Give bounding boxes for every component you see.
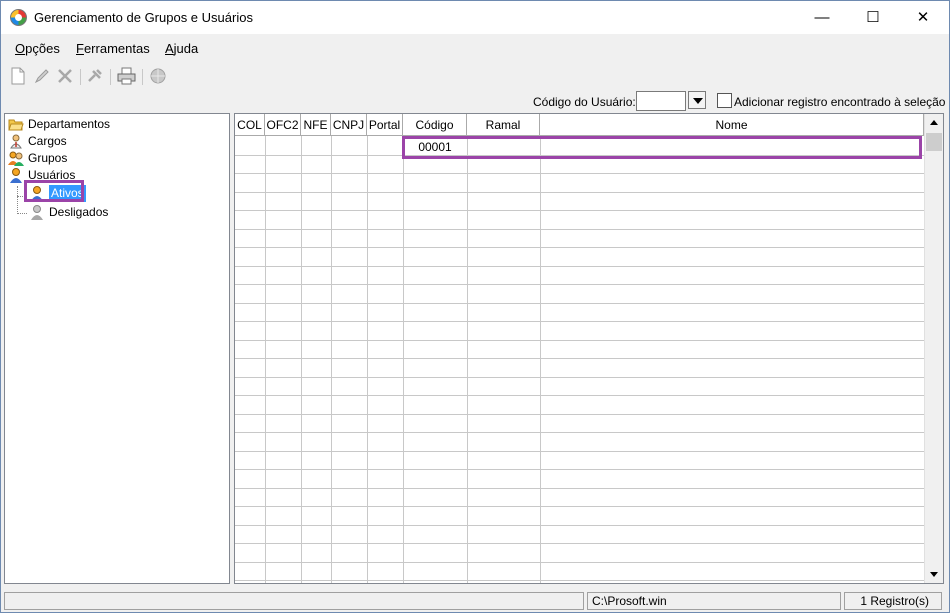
- tree-connector: [17, 213, 27, 214]
- user-code-input[interactable]: [636, 91, 686, 111]
- group-icon: [8, 151, 24, 166]
- app-window: Gerenciamento de Grupos e Usuários — ☐ ✕…: [0, 0, 950, 613]
- grid-row-line: [235, 210, 924, 211]
- cell-nfe[interactable]: [301, 138, 331, 156]
- status-record-count: 1 Registro(s): [844, 592, 942, 610]
- user-inactive-icon: [31, 205, 43, 220]
- grid-row-line: [235, 358, 924, 359]
- grid-row-line: [235, 580, 924, 581]
- user-code-dropdown-button[interactable]: [688, 91, 706, 109]
- close-button[interactable]: ✕: [899, 1, 947, 34]
- scroll-thumb[interactable]: [926, 133, 942, 151]
- edit-pencil-icon[interactable]: [33, 67, 53, 85]
- cell-ofc2[interactable]: [265, 138, 301, 156]
- cell-portal[interactable]: [367, 138, 403, 156]
- grid-row-line: [235, 543, 924, 544]
- column-header-nome[interactable]: Nome: [540, 114, 924, 136]
- vertical-scrollbar[interactable]: [924, 114, 943, 583]
- status-panel-left: [4, 592, 584, 610]
- column-header-ofc2[interactable]: OFC2: [265, 114, 301, 136]
- menu-bar: Opções Ferramentas Ajuda: [1, 37, 949, 59]
- person-role-icon: [10, 134, 22, 149]
- grid-row-line: [235, 414, 924, 415]
- grid-row-line: [235, 377, 924, 378]
- tree-connector: [17, 186, 18, 214]
- column-header-ramal[interactable]: Ramal: [467, 114, 540, 136]
- grid-row-line: [235, 173, 924, 174]
- globe-icon[interactable]: [149, 67, 169, 85]
- column-header-nfe[interactable]: NFE: [301, 114, 331, 136]
- grid-row-line: [235, 488, 924, 489]
- grid-row-line: [235, 192, 924, 193]
- toolbar-separator: [142, 69, 143, 85]
- users-icon: [10, 168, 22, 183]
- cell-cnpj[interactable]: [331, 138, 367, 156]
- grid-row-line: [235, 229, 924, 230]
- grid-row-line: [235, 432, 924, 433]
- column-header-cnpj[interactable]: CNPJ: [331, 114, 367, 136]
- minimize-button[interactable]: —: [798, 1, 846, 34]
- grid-column-line: [403, 136, 404, 583]
- grid-column-line: [467, 136, 468, 583]
- toolbar-separator: [80, 69, 81, 85]
- print-icon[interactable]: [117, 67, 137, 85]
- selection-highlight-box: [24, 180, 84, 202]
- grid-column-line: [265, 136, 266, 583]
- grid-column-line: [301, 136, 302, 583]
- tree-item-label: Desligados: [49, 205, 109, 219]
- grid-row-line: [235, 247, 924, 248]
- window-title: Gerenciamento de Grupos e Usuários: [34, 10, 253, 25]
- scroll-up-button[interactable]: [925, 114, 943, 132]
- user-code-label: Código do Usuário:: [533, 95, 636, 109]
- column-header-codigo[interactable]: Código: [403, 114, 467, 136]
- cell-col[interactable]: [235, 138, 265, 156]
- grid-column-line: [540, 136, 541, 583]
- menu-ajuda-label: juda: [173, 41, 199, 56]
- grid-row-line: [235, 506, 924, 507]
- grid-row-line: [235, 284, 924, 285]
- add-record-checkbox-label[interactable]: Adicionar registro encontrado à seleção: [734, 95, 945, 109]
- grid-row-line: [235, 451, 924, 452]
- grid-row-line: [235, 266, 924, 267]
- menu-ferramentas[interactable]: Ferramentas: [76, 41, 150, 56]
- menu-ajuda-mnemonic: A: [165, 41, 174, 56]
- delete-x-icon[interactable]: [56, 67, 76, 85]
- grid-row-line: [235, 303, 924, 304]
- grid-row-line: [235, 395, 924, 396]
- users-grid: COL OFC2 NFE CNPJ Portal Código Ramal No…: [234, 113, 944, 584]
- search-row: Código do Usuário: Adicionar registro en…: [1, 91, 949, 111]
- title-bar: Gerenciamento de Grupos e Usuários — ☐ ✕: [1, 1, 949, 34]
- grid-row-line: [235, 525, 924, 526]
- toolbar-separator: [110, 69, 111, 85]
- row-highlight-box: [402, 136, 922, 159]
- tools-icon[interactable]: [86, 67, 106, 85]
- grid-column-line: [367, 136, 368, 583]
- grid-column-line: [331, 136, 332, 583]
- tree-item-label: Cargos: [28, 134, 67, 148]
- tree-item-label: Grupos: [28, 151, 68, 165]
- menu-ferramentas-label: erramentas: [83, 41, 150, 56]
- menu-ferramentas-mnemonic: F: [76, 41, 84, 56]
- grid-row-line: [235, 562, 924, 563]
- menu-opcoes[interactable]: Opções: [15, 41, 60, 56]
- new-document-icon[interactable]: [10, 67, 30, 85]
- app-logo-icon: [10, 9, 27, 26]
- tree-item-label: Departamentos: [28, 117, 111, 131]
- grid-row-line: [235, 321, 924, 322]
- scroll-down-button[interactable]: [925, 565, 943, 583]
- add-record-checkbox[interactable]: [717, 93, 732, 108]
- menu-opcoes-mnemonic: O: [15, 41, 26, 56]
- folder-open-icon: [8, 119, 24, 131]
- maximize-button[interactable]: ☐: [849, 1, 897, 34]
- column-header-portal[interactable]: Portal: [367, 114, 403, 136]
- menu-ajuda[interactable]: Ajuda: [165, 41, 198, 56]
- menu-opcoes-label: pções: [25, 41, 60, 56]
- grid-row-line: [235, 469, 924, 470]
- toolbar: [1, 63, 949, 89]
- column-header-col[interactable]: COL: [235, 114, 265, 136]
- status-path: C:\Prosoft.win: [587, 592, 841, 610]
- status-bar: C:\Prosoft.win 1 Registro(s): [1, 590, 949, 612]
- grid-row-line: [235, 340, 924, 341]
